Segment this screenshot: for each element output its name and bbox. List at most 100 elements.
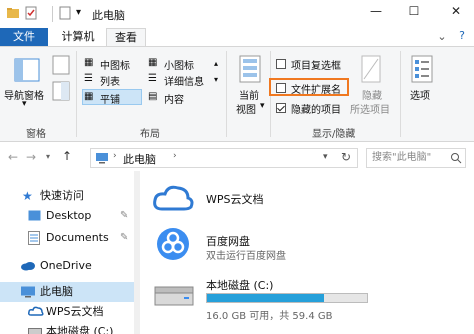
back-arrow-icon[interactable]: ←: [8, 150, 18, 164]
wps-title: WPS云文档: [206, 193, 264, 206]
layout-scroll-down-icon[interactable]: ▾: [214, 75, 218, 84]
search-icon[interactable]: [450, 152, 462, 164]
item-checkboxes-checkbox[interactable]: [276, 59, 286, 69]
navigation-pane-icon[interactable]: [14, 57, 40, 83]
layout-medium-icons[interactable]: 中图标: [100, 57, 130, 72]
nav-local-disk[interactable]: 本地磁盘 (C:): [0, 322, 134, 334]
nav-this-pc[interactable]: 此电脑: [0, 282, 134, 302]
nav-documents[interactable]: Documents ✎: [0, 228, 134, 248]
current-view-label-1[interactable]: 当前: [239, 87, 259, 102]
quick-access-dropdown-icon[interactable]: ▾: [76, 7, 90, 21]
baidu-netdisk-icon: [157, 228, 189, 260]
breadcrumb-chevron-icon[interactable]: ›: [113, 151, 117, 161]
address-box[interactable]: › 此电脑 › ▾ ↻: [90, 148, 358, 168]
properties-check-icon[interactable]: [24, 6, 38, 20]
layout-medium-icons-icon: ▦: [84, 57, 94, 68]
navigation-pane: ★ 快速访问 Desktop ✎ Documents ✎ OneDrive 此电…: [0, 178, 140, 334]
current-view-icon[interactable]: [238, 55, 262, 83]
options-icon[interactable]: [410, 55, 434, 83]
nav-wps[interactable]: WPS云文档: [0, 302, 134, 322]
help-button[interactable]: ?: [452, 29, 472, 42]
this-pc-icon: [96, 153, 108, 164]
current-view-label-2[interactable]: 视图: [236, 101, 256, 116]
disk-usage-bar: [206, 293, 368, 303]
current-view-dropdown-icon[interactable]: ▾: [260, 101, 265, 111]
layout-tiles[interactable]: 平铺: [100, 91, 120, 106]
layout-content[interactable]: 内容: [164, 91, 184, 106]
content-pane: WPS云文档 百度网盘 双击运行百度网盘 本地磁盘 (C:) 16.0 GB 可…: [140, 171, 474, 334]
hide-selected-label-1[interactable]: 隐藏: [362, 87, 382, 102]
baidu-subtitle: 双击运行百度网盘: [206, 251, 286, 262]
hide-selected-icon[interactable]: [360, 55, 382, 83]
layout-scroll-up-icon[interactable]: ▴: [214, 59, 218, 68]
disk-free-text: 16.0 GB 可用，共 59.4 GB: [206, 311, 333, 322]
titlebar-separator: [52, 6, 53, 22]
new-folder-icon[interactable]: [58, 6, 72, 20]
this-pc-icon: [21, 286, 35, 298]
layout-list[interactable]: 列表: [100, 73, 120, 88]
details-pane-icon[interactable]: [52, 81, 70, 101]
folder-icon[interactable]: [6, 6, 20, 20]
up-arrow-icon[interactable]: ↑: [62, 149, 72, 163]
nav-onedrive[interactable]: OneDrive: [0, 256, 134, 276]
breadcrumb-this-pc[interactable]: 此电脑: [123, 151, 156, 167]
hidden-items-label[interactable]: 隐藏的项目: [291, 101, 341, 116]
wps-cloud-icon: [153, 185, 194, 211]
tab-computer[interactable]: 计算机: [56, 28, 100, 46]
layout-small-icons-icon: ▦: [148, 57, 158, 68]
hard-drive-icon: [154, 286, 194, 306]
list-item-baidu[interactable]: 百度网盘 双击运行百度网盘: [148, 223, 448, 265]
ribbon-tabs: 文件 计算机 查看 ⌄ ?: [0, 28, 474, 47]
pin-icon[interactable]: ✎: [120, 206, 128, 226]
nav-desktop-label: Desktop: [46, 209, 92, 222]
list-item-local-disk[interactable]: 本地磁盘 (C:) 16.0 GB 可用，共 59.4 GB: [148, 273, 468, 325]
wps-cloud-icon: [28, 306, 44, 316]
layout-details-icon: ☰: [148, 73, 157, 84]
maximize-button[interactable]: ☐: [404, 4, 424, 18]
refresh-icon[interactable]: ↻: [341, 150, 351, 164]
recent-locations-icon[interactable]: ▾: [46, 152, 50, 161]
title-bar: ▾ 此电脑 — ☐ ✕: [0, 0, 474, 28]
ribbon-separator: [400, 51, 401, 137]
minimize-button[interactable]: —: [366, 4, 386, 18]
nav-wps-label: WPS云文档: [46, 305, 104, 318]
close-button[interactable]: ✕: [446, 4, 466, 18]
ribbon-collapse-icon[interactable]: ⌄: [432, 30, 452, 43]
pin-icon[interactable]: ✎: [120, 228, 128, 248]
layout-details[interactable]: 详细信息: [164, 73, 204, 88]
show-hide-group-label: 显示/隐藏: [312, 129, 356, 140]
ribbon-separator: [76, 51, 77, 137]
preview-pane-icon[interactable]: [52, 55, 70, 75]
star-icon: ★: [22, 189, 33, 203]
file-extensions-highlight: [269, 78, 349, 96]
nav-quick-access-label: 快速访问: [40, 189, 84, 202]
layout-list-icon: ☰: [84, 73, 93, 84]
window-title: 此电脑: [92, 9, 125, 22]
layout-content-icon: ▤: [148, 91, 158, 102]
hidden-items-checkbox[interactable]: [276, 103, 286, 113]
layout-tiles-icon: ▦: [84, 91, 94, 102]
nav-local-disk-label: 本地磁盘 (C:): [46, 325, 114, 334]
hide-selected-label-2[interactable]: 所选项目: [350, 101, 390, 116]
list-item-wps[interactable]: WPS云文档: [148, 181, 448, 217]
pane-group-label: 窗格: [26, 129, 46, 140]
nav-documents-label: Documents: [46, 231, 109, 244]
navigation-pane-dropdown-icon[interactable]: ▾: [22, 99, 27, 109]
nav-desktop[interactable]: Desktop ✎: [0, 206, 134, 226]
local-disk-title: 本地磁盘 (C:): [206, 279, 274, 292]
address-dropdown-icon[interactable]: ▾: [323, 152, 328, 162]
nav-quick-access[interactable]: ★ 快速访问: [0, 186, 134, 206]
ribbon-separator: [226, 51, 227, 137]
desktop-icon: [28, 210, 41, 221]
tab-view[interactable]: 查看: [106, 28, 146, 47]
nav-this-pc-label: 此电脑: [40, 285, 73, 298]
layout-small-icons[interactable]: 小图标: [164, 57, 194, 72]
documents-icon: [28, 231, 40, 245]
tab-file[interactable]: 文件: [0, 28, 48, 46]
onedrive-cloud-icon: [21, 262, 35, 271]
disk-icon: [28, 328, 42, 334]
breadcrumb-chevron-icon[interactable]: ›: [173, 151, 177, 161]
options-button[interactable]: 选项: [410, 87, 430, 102]
forward-arrow-icon[interactable]: →: [26, 150, 36, 164]
item-checkboxes-label[interactable]: 项目复选框: [291, 57, 341, 72]
